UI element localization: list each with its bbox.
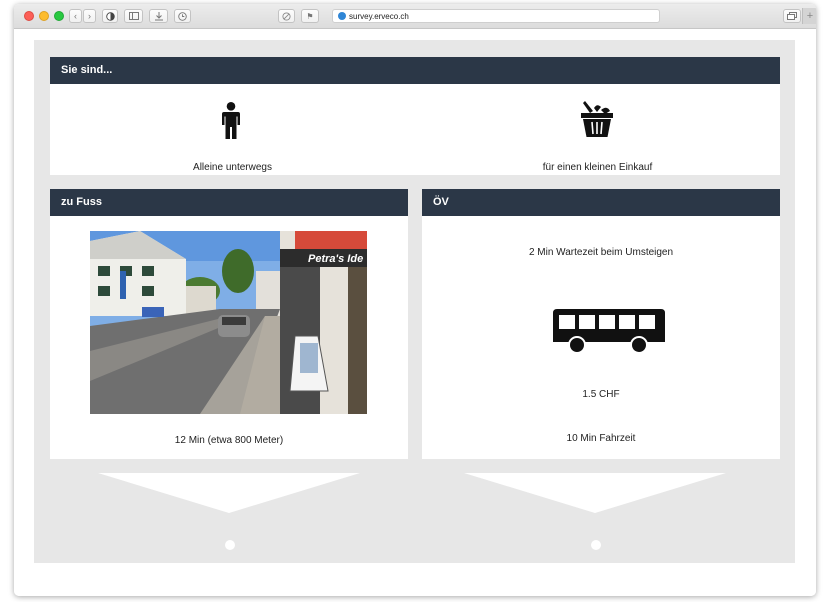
flag-icon: ⚑ — [306, 12, 314, 21]
maximize-window-button[interactable] — [54, 11, 64, 21]
privacy-button[interactable] — [278, 9, 295, 23]
browser-extension-button[interactable] — [102, 9, 118, 23]
address-bar[interactable]: survey.erveco.ch — [332, 9, 660, 23]
reader-button[interactable]: ⚑ — [301, 9, 319, 23]
ride-time-label: 10 Min Fahrzeit — [566, 433, 636, 444]
forward-button[interactable]: › — [83, 9, 96, 23]
sidebar-toggle-button[interactable] — [124, 9, 143, 23]
blocked-icon — [282, 11, 291, 21]
situation-header: Sie sind... — [50, 57, 780, 84]
page-content: Sie sind... Alleine unterwegs für einen … — [14, 29, 816, 596]
transit-radio[interactable] — [591, 540, 601, 550]
minimize-window-button[interactable] — [39, 11, 49, 21]
chevron-left-icon: ‹ — [74, 11, 77, 21]
situation-panel: Sie sind... Alleine unterwegs für einen … — [50, 57, 780, 175]
transit-selection-arrow — [464, 473, 726, 513]
transfer-wait-label: 2 Min Wartezeit beim Umsteigen — [528, 247, 674, 258]
shop-sign-text: Petra's Ide — [308, 253, 363, 265]
address-url: survey.erveco.ch — [349, 12, 409, 21]
person-icon — [222, 102, 240, 139]
share-button[interactable] — [149, 9, 168, 23]
browser-toolbar: ‹ › ⚑ survey.erveco.ch + — [14, 4, 816, 29]
tab-overview-button[interactable] — [783, 9, 801, 23]
survey-container: Sie sind... Alleine unterwegs für einen … — [34, 40, 795, 563]
browser-window: ‹ › ⚑ survey.erveco.ch + Sie sind... All… — [14, 4, 816, 596]
tabs-icon — [787, 12, 797, 20]
option-shopping-label: für einen kleinen Einkauf — [542, 162, 653, 173]
shopping-basket-icon — [581, 101, 613, 137]
close-window-button[interactable] — [24, 11, 34, 21]
clock-icon — [178, 11, 187, 21]
walk-duration-label: 12 Min (etwa 800 Meter) — [174, 435, 284, 446]
transit-option-panel[interactable]: ÖV 2 Min Wartezeit beim Umsteigen 1.5 CH… — [422, 189, 780, 459]
option-alone-label: Alleine unterwegs — [193, 162, 272, 173]
walk-header: zu Fuss — [50, 189, 408, 216]
history-button[interactable] — [174, 9, 191, 23]
contrast-circle-icon — [105, 11, 115, 21]
chevron-right-icon: › — [88, 11, 91, 21]
price-label: 1.5 CHF — [582, 389, 620, 400]
walk-option-panel[interactable]: zu Fuss Petra's Ide 12 Min (etwa 800 Met… — [50, 189, 408, 459]
bus-icon — [553, 309, 665, 354]
download-tray-icon — [154, 11, 163, 20]
new-tab-button[interactable]: + — [802, 8, 816, 24]
globe-icon — [338, 12, 346, 20]
street-photo: Petra's Ide — [90, 231, 367, 414]
plus-icon: + — [806, 10, 814, 22]
walk-selection-arrow — [98, 473, 360, 513]
walk-radio[interactable] — [225, 540, 235, 550]
transit-header: ÖV — [422, 189, 780, 216]
back-button[interactable]: ‹ — [69, 9, 82, 23]
sidebar-icon — [128, 12, 139, 20]
